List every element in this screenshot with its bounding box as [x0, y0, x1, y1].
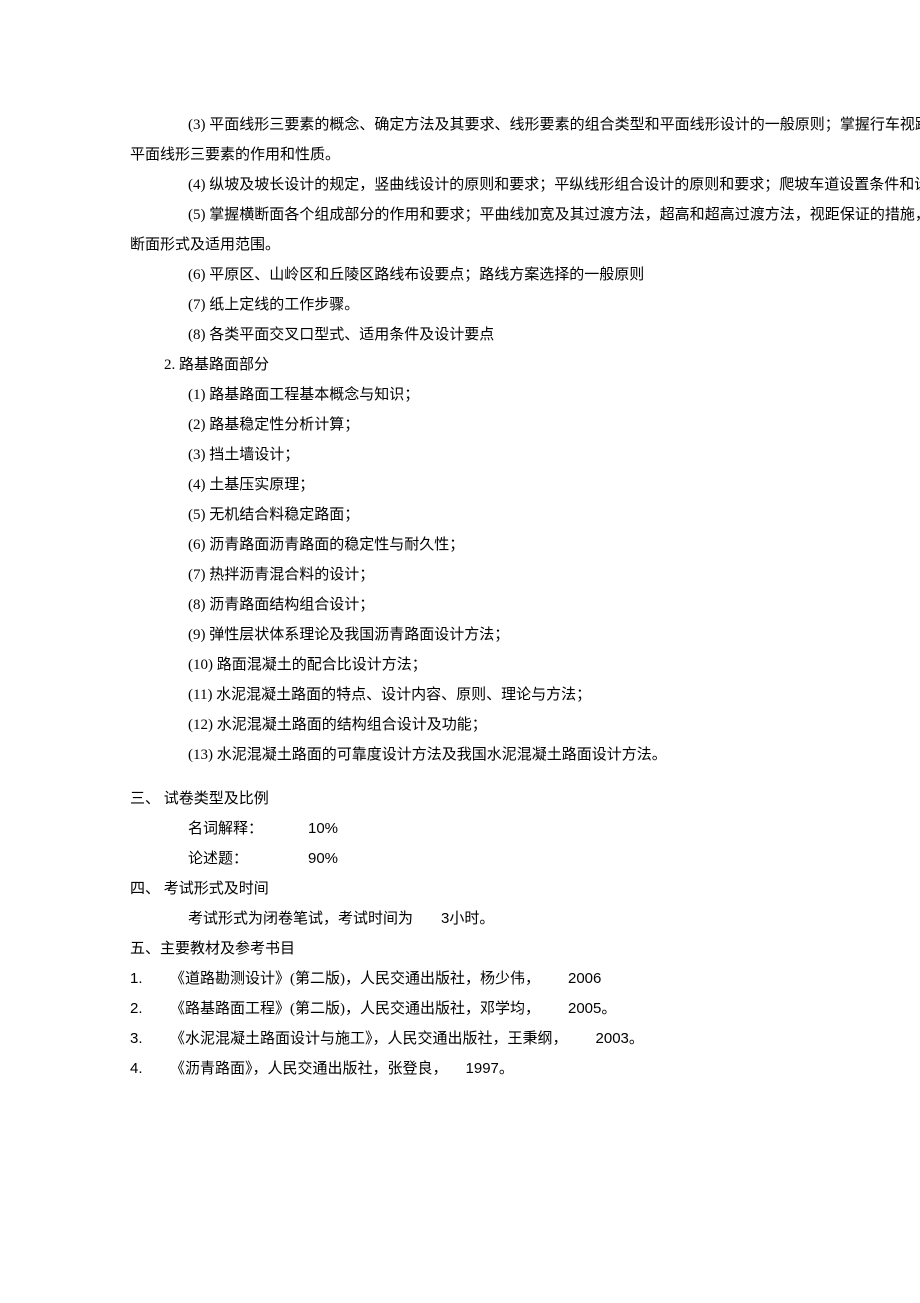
book-3-index: 3.	[130, 1024, 170, 1054]
item-1-4: (4) 纵坡及坡长设计的规定，竖曲线设计的原则和要求；平纵线形组合设计的原则和要…	[130, 170, 920, 200]
ratio-row-2: 论述题： 90%	[130, 844, 920, 874]
item-2-7: (7) 热拌沥青混合料的设计；	[130, 560, 920, 590]
item-1-6: (6) 平原区、山岭区和丘陵区路线布设要点；路线方案选择的一般原则	[130, 260, 920, 290]
book-4: 4. 《沥青路面》，人民交通出版社，张登良， 1997。	[130, 1054, 920, 1084]
sec4-text-a: 考试形式为闭卷笔试，考试时间为	[188, 911, 413, 927]
book-1-title: 《道路勘测设计》(第二版)，人民交通出版社，杨少伟，	[170, 971, 540, 987]
spacer	[130, 770, 920, 784]
book-1: 1. 《道路勘测设计》(第二版)，人民交通出版社，杨少伟， 2006	[130, 964, 920, 994]
item-2-12: (12) 水泥混凝土路面的结构组合设计及功能；	[130, 710, 920, 740]
book-4-title: 《沥青路面》，人民交通出版社，张登良，	[170, 1061, 448, 1077]
item-2-11: (11) 水泥混凝土路面的特点、设计内容、原则、理论与方法；	[130, 680, 920, 710]
item-1-7: (7) 纸上定线的工作步骤。	[130, 290, 920, 320]
sec4-text-b: 3小时。	[441, 910, 494, 927]
book-4-text: 《沥青路面》，人民交通出版社，张登良， 1997。	[170, 1054, 920, 1084]
book-4-year: 1997。	[466, 1060, 514, 1077]
book-3-text: 《水泥混凝土路面设计与施工》，人民交通出版社，王秉纲， 2003。	[170, 1024, 920, 1054]
document-body: (3) 平面线形三要素的概念、确定方法及其要求、线形要素的组合类型和平面线形设计…	[130, 110, 920, 1084]
item-2-4: (4) 土基压实原理；	[130, 470, 920, 500]
section-2-head: 2. 路基路面部分	[130, 350, 920, 380]
item-2-5: (5) 无机结合料稳定路面；	[130, 500, 920, 530]
item-1-8: (8) 各类平面交叉口型式、适用条件及设计要点	[130, 320, 920, 350]
item-2-3: (3) 挡土墙设计；	[130, 440, 920, 470]
ratio-2-value: 90%	[308, 844, 368, 874]
item-2-10: (10) 路面混凝土的配合比设计方法；	[130, 650, 920, 680]
ratio-2-label: 论述题：	[188, 844, 308, 874]
ratio-row-1: 名词解释： 10%	[130, 814, 920, 844]
book-2: 2. 《路基路面工程》(第二版)，人民交通出版社，邓学均， 2005。	[130, 994, 920, 1024]
item-2-6: (6) 沥青路面沥青路面的稳定性与耐久性；	[130, 530, 920, 560]
section-4-line: 考试形式为闭卷笔试，考试时间为 3小时。	[130, 904, 920, 934]
book-4-index: 4.	[130, 1054, 170, 1084]
item-1-5: (5) 掌握横断面各个组成部分的作用和要求；平曲线加宽及其过渡方法，超高和超高过…	[130, 200, 920, 260]
book-3: 3. 《水泥混凝土路面设计与施工》，人民交通出版社，王秉纲， 2003。	[130, 1024, 920, 1054]
item-1-3: (3) 平面线形三要素的概念、确定方法及其要求、线形要素的组合类型和平面线形设计…	[130, 110, 920, 170]
item-2-13: (13) 水泥混凝土路面的可靠度设计方法及我国水泥混凝土路面设计方法。	[130, 740, 920, 770]
item-2-2: (2) 路基稳定性分析计算；	[130, 410, 920, 440]
section-3-head: 三、 试卷类型及比例	[130, 784, 920, 814]
book-1-index: 1.	[130, 964, 170, 994]
section-4-head: 四、 考试形式及时间	[130, 874, 920, 904]
book-3-year: 2003。	[596, 1030, 644, 1047]
book-2-year: 2005。	[568, 1000, 616, 1017]
book-2-title: 《路基路面工程》(第二版)，人民交通出版社，邓学均，	[170, 1001, 540, 1017]
book-1-year: 2006	[568, 970, 601, 987]
item-2-8: (8) 沥青路面结构组合设计；	[130, 590, 920, 620]
book-2-index: 2.	[130, 994, 170, 1024]
book-2-text: 《路基路面工程》(第二版)，人民交通出版社，邓学均， 2005。	[170, 994, 920, 1024]
ratio-1-label: 名词解释：	[188, 814, 308, 844]
section-5-head: 五、主要教材及参考书目	[130, 934, 920, 964]
book-1-text: 《道路勘测设计》(第二版)，人民交通出版社，杨少伟， 2006	[170, 964, 920, 994]
item-2-1: (1) 路基路面工程基本概念与知识；	[130, 380, 920, 410]
item-2-9: (9) 弹性层状体系理论及我国沥青路面设计方法；	[130, 620, 920, 650]
book-3-title: 《水泥混凝土路面设计与施工》，人民交通出版社，王秉纲，	[170, 1031, 568, 1047]
ratio-1-value: 10%	[308, 814, 368, 844]
